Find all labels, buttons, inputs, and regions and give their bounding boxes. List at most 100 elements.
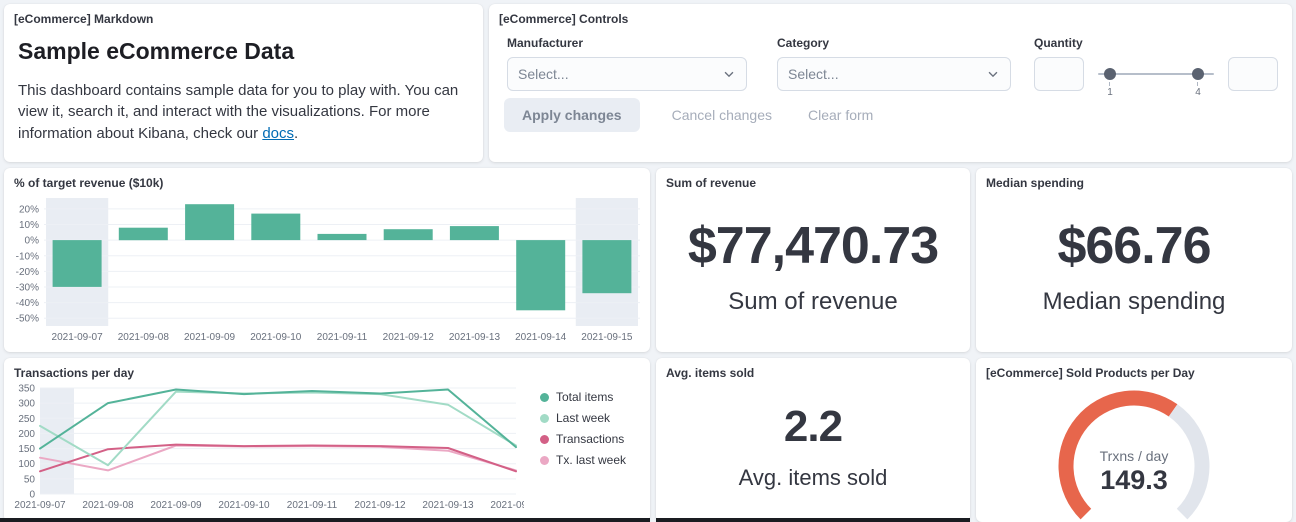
svg-text:100: 100 <box>18 459 35 470</box>
svg-text:2021-09-11: 2021-09-11 <box>287 500 338 511</box>
svg-text:-50%: -50% <box>16 314 39 325</box>
legend-item[interactable]: Transactions <box>540 432 646 446</box>
manufacturer-select[interactable]: Select... <box>507 57 747 91</box>
svg-text:2021-09-15: 2021-09-15 <box>581 332 633 343</box>
svg-text:2021-09-14: 2021-09-14 <box>490 500 524 511</box>
legend-label: Transactions <box>556 432 624 446</box>
quantity-slider-handle-min[interactable] <box>1104 68 1116 80</box>
controls-panel: [eCommerce] Controls Manufacturer Select… <box>489 4 1292 162</box>
quantity-control: Quantity 1 4 <box>1034 36 1278 101</box>
panel-title: [eCommerce] Controls <box>499 12 628 26</box>
gauge-chart[interactable] <box>977 372 1291 522</box>
legend-item[interactable]: Total items <box>540 390 646 404</box>
avg-items-panel: Avg. items sold 2.2 Avg. items sold <box>656 358 970 522</box>
legend-label: Last week <box>556 411 610 425</box>
panel-title: [eCommerce] Markdown <box>14 12 153 26</box>
cancel-changes-button[interactable]: Cancel changes <box>668 107 776 123</box>
metric-value: $66.76 <box>1057 220 1210 272</box>
metric-label: Sum of revenue <box>728 288 897 316</box>
svg-text:2021-09-10: 2021-09-10 <box>218 500 270 511</box>
svg-text:2021-09-08: 2021-09-08 <box>118 332 170 343</box>
svg-text:2021-09-07: 2021-09-07 <box>52 332 104 343</box>
slider-tick-max <box>1197 82 1198 86</box>
manufacturer-label: Manufacturer <box>507 36 747 50</box>
svg-text:20%: 20% <box>19 204 39 215</box>
legend-dot <box>540 414 549 423</box>
sold-products-gauge-panel: [eCommerce] Sold Products per Day Trxns … <box>976 358 1292 522</box>
legend-label: Total items <box>556 390 613 404</box>
legend-dot <box>540 393 549 402</box>
svg-text:0%: 0% <box>25 236 40 247</box>
metric-value: $77,470.73 <box>688 220 938 272</box>
svg-text:-40%: -40% <box>16 298 39 309</box>
legend-item[interactable]: Last week <box>540 411 646 425</box>
metric-label: Median spending <box>1043 288 1226 316</box>
markdown-text: This dashboard contains sample data for … <box>18 82 458 142</box>
legend-dot <box>540 456 549 465</box>
docs-link[interactable]: docs <box>262 125 294 142</box>
legend-item[interactable]: Tx. last week <box>540 453 646 467</box>
svg-text:2021-09-11: 2021-09-11 <box>317 332 368 343</box>
manufacturer-placeholder: Select... <box>518 66 569 82</box>
quantity-slider-handle-max[interactable] <box>1192 68 1204 80</box>
svg-text:2021-09-07: 2021-09-07 <box>14 500 66 511</box>
svg-text:2021-09-12: 2021-09-12 <box>354 500 406 511</box>
quantity-max-input[interactable] <box>1228 57 1278 91</box>
svg-text:2021-09-09: 2021-09-09 <box>184 332 236 343</box>
svg-text:2021-09-14: 2021-09-14 <box>515 332 567 343</box>
metric-value: 2.2 <box>784 405 842 449</box>
panel-title: Transactions per day <box>14 366 134 380</box>
median-spending-panel: Median spending $66.76 Median spending <box>976 168 1292 352</box>
markdown-text-end: . <box>294 125 298 142</box>
viewport-cutoff-edge <box>0 518 650 522</box>
category-placeholder: Select... <box>788 66 839 82</box>
target-revenue-chart[interactable]: 20% 10% 0% -10% -20% -30% -40% -50% 2021-09-07 20… <box>8 192 646 346</box>
transactions-chart[interactable]: 0 50 100 150 200 250 300 350 2021-09-07 2021-09-0… <box>8 380 524 512</box>
svg-text:50: 50 <box>24 474 36 485</box>
svg-text:2021-09-12: 2021-09-12 <box>383 332 435 343</box>
quantity-label: Quantity <box>1034 36 1278 50</box>
svg-text:2021-09-13: 2021-09-13 <box>449 332 501 343</box>
metric-label: Avg. items sold <box>739 465 888 491</box>
markdown-body: This dashboard contains sample data for … <box>18 80 470 144</box>
viewport-cutoff-edge <box>656 518 970 522</box>
panel-title: % of target revenue ($10k) <box>14 176 163 190</box>
svg-text:10%: 10% <box>19 220 39 231</box>
quantity-slider[interactable]: 1 4 <box>1092 57 1220 101</box>
transactions-panel: Transactions per day 0 50 100 150 200 250 300 3… <box>4 358 650 522</box>
category-select[interactable]: Select... <box>777 57 1011 91</box>
median-spending-metric: $66.76 Median spending <box>976 168 1292 352</box>
sum-revenue-panel: Sum of revenue $77,470.73 Sum of revenue <box>656 168 970 352</box>
legend-label: Tx. last week <box>556 453 626 467</box>
legend-dot <box>540 435 549 444</box>
gauge-label: Trxns / day <box>976 448 1292 464</box>
svg-text:-20%: -20% <box>16 267 39 278</box>
controls-buttons: Apply changes Cancel changes Clear form <box>504 98 877 132</box>
transactions-legend: Total items Last week Transactions Tx. last… <box>540 390 646 474</box>
svg-text:2021-09-10: 2021-09-10 <box>250 332 302 343</box>
svg-text:150: 150 <box>18 444 35 455</box>
apply-changes-button[interactable]: Apply changes <box>504 98 640 132</box>
svg-text:2021-09-08: 2021-09-08 <box>82 500 134 511</box>
svg-text:300: 300 <box>18 399 35 410</box>
target-revenue-panel: % of target revenue ($10k) 20% 10% 0% -10% -… <box>4 168 650 352</box>
manufacturer-control: Manufacturer Select... <box>507 36 747 91</box>
slider-max-label: 4 <box>1192 87 1204 98</box>
svg-text:250: 250 <box>18 414 35 425</box>
svg-text:200: 200 <box>18 429 35 440</box>
gauge-value: 149.3 <box>976 465 1292 496</box>
slider-min-label: 1 <box>1104 87 1116 98</box>
svg-text:0: 0 <box>29 490 35 501</box>
svg-text:350: 350 <box>18 384 35 395</box>
avg-items-metric: 2.2 Avg. items sold <box>656 358 970 522</box>
svg-text:-30%: -30% <box>16 282 39 293</box>
quantity-min-input[interactable] <box>1034 57 1084 91</box>
svg-text:-10%: -10% <box>16 251 39 262</box>
svg-text:2021-09-13: 2021-09-13 <box>422 500 474 511</box>
markdown-panel: [eCommerce] Markdown Sample eCommerce Da… <box>4 4 483 162</box>
slider-tick-min <box>1109 82 1110 86</box>
category-control: Category Select... <box>777 36 1011 91</box>
category-label: Category <box>777 36 1011 50</box>
clear-form-button[interactable]: Clear form <box>804 107 877 123</box>
chevron-down-icon <box>986 67 1000 81</box>
